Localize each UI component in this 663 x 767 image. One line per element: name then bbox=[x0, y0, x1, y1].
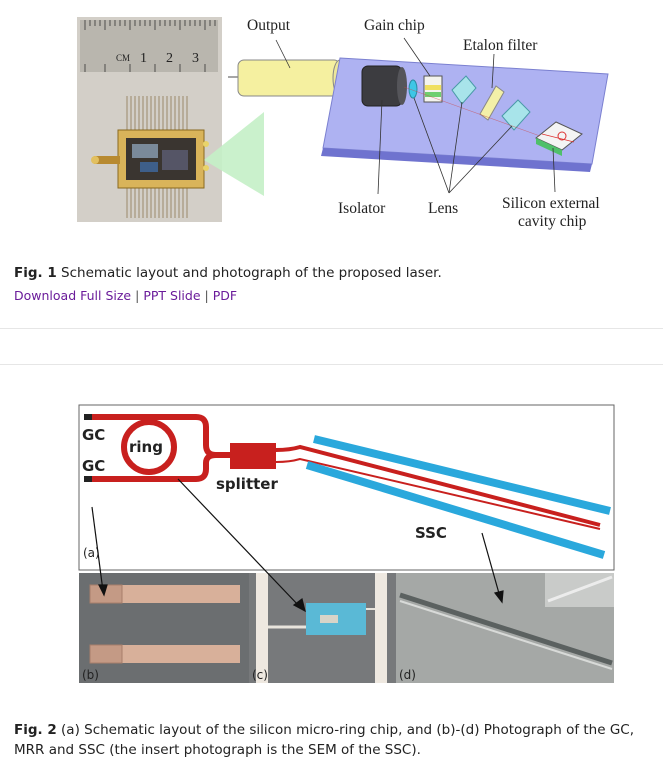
figure-1-caption-label: Fig. 1 bbox=[14, 265, 57, 281]
figure-2-caption-text: (a) Schematic layout of the silicon micr… bbox=[14, 722, 635, 758]
label-panel-b: (b) bbox=[82, 668, 99, 682]
label-isolator: Isolator bbox=[338, 200, 386, 217]
label-output: Output bbox=[247, 17, 291, 34]
figure-1-links: Download Full Size | PPT Slide | PDF bbox=[14, 288, 237, 303]
label-ssc: SSC bbox=[415, 524, 447, 542]
ruler-cm-label: CM bbox=[116, 53, 130, 63]
figure-1: CM 1 2 3 Output Gain chip Etalon filter … bbox=[0, 0, 663, 240]
label-cavity-chip: cavity chip bbox=[518, 213, 587, 230]
label-silicon-external: Silicon external bbox=[502, 195, 600, 212]
ruler-number-1: 1 bbox=[140, 51, 147, 66]
label-gc-bottom: GC bbox=[82, 457, 105, 475]
figure-2-graphic: GC GC ring splitter SSC (a) (b) (c) (d) bbox=[78, 404, 615, 683]
label-gc-top: GC bbox=[82, 426, 105, 444]
figure-1-graphic: CM 1 2 3 Output Gain chip Etalon filter … bbox=[77, 17, 609, 230]
figure-2-caption: Fig. 2 (a) Schematic layout of the silic… bbox=[14, 720, 654, 760]
label-splitter: splitter bbox=[216, 475, 278, 493]
figure-2: GC GC ring splitter SSC (a) (b) (c) (d) bbox=[0, 395, 663, 695]
label-gain-chip: Gain chip bbox=[364, 17, 425, 34]
link-separator: | bbox=[204, 288, 209, 303]
ppt-slide-link[interactable]: PPT Slide bbox=[143, 288, 200, 303]
figure-2-caption-label: Fig. 2 bbox=[14, 722, 57, 738]
label-ring: ring bbox=[129, 438, 163, 456]
figure-1-caption: Fig. 1 Schematic layout and photograph o… bbox=[14, 263, 442, 283]
gc-top-port bbox=[84, 414, 92, 420]
download-full-size-link[interactable]: Download Full Size bbox=[14, 288, 131, 303]
section-divider bbox=[0, 328, 663, 329]
splitter-component bbox=[230, 443, 276, 469]
pdf-link[interactable]: PDF bbox=[213, 288, 237, 303]
link-separator: | bbox=[135, 288, 140, 303]
figure-1-caption-text: Schematic layout and photograph of the p… bbox=[56, 265, 442, 281]
label-panel-d: (d) bbox=[399, 668, 416, 682]
label-panel-c: (c) bbox=[252, 668, 268, 682]
label-etalon-filter: Etalon filter bbox=[463, 37, 538, 54]
panel-a-schematic bbox=[78, 404, 615, 571]
label-lens: Lens bbox=[428, 200, 458, 217]
gc-bottom-port bbox=[84, 476, 92, 482]
section-divider bbox=[0, 364, 663, 365]
ruler-number-2: 2 bbox=[166, 51, 173, 66]
ruler-number-3: 3 bbox=[192, 51, 199, 66]
